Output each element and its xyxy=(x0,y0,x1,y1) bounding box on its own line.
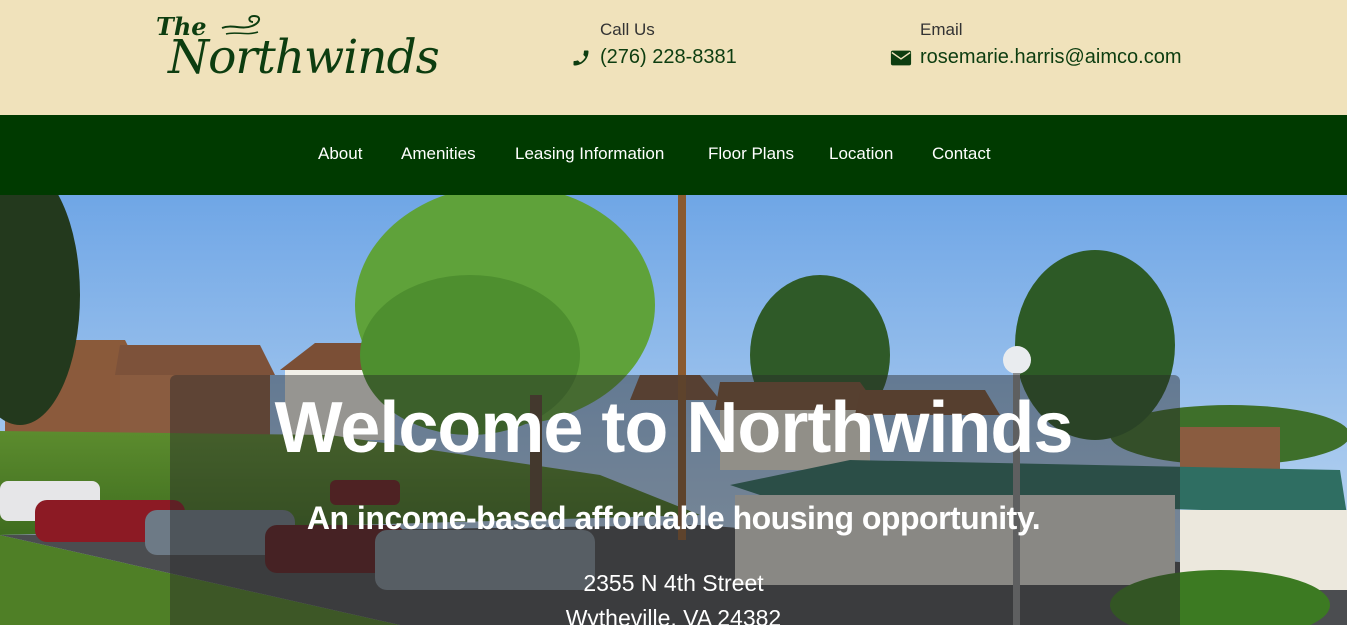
nav-item-about[interactable]: About xyxy=(318,144,362,164)
nav-item-amenities[interactable]: Amenities xyxy=(401,144,476,164)
site-logo[interactable]: The Northwinds xyxy=(150,8,440,90)
phone-number-link[interactable]: (276) 228-8381 xyxy=(600,46,737,69)
nav-item-location[interactable]: Location xyxy=(829,144,893,164)
call-us-block: Call Us (276) 228-8381 xyxy=(570,20,790,80)
hero-title: Welcome to Northwinds xyxy=(274,388,1074,468)
main-navigation: About Amenities Leasing Information Floo… xyxy=(0,115,1347,195)
phone-icon xyxy=(573,50,589,66)
hero-address-city: Wytheville, VA 24382 xyxy=(565,605,782,625)
nav-item-contact[interactable]: Contact xyxy=(932,144,991,164)
site-header: The Northwinds Call Us (276) 228-8381 Em… xyxy=(0,0,1347,115)
email-label: Email xyxy=(920,20,963,39)
call-us-label: Call Us xyxy=(600,20,655,39)
hero-subtitle: An income-based affordable housing oppor… xyxy=(306,500,1041,536)
nav-item-leasing-information[interactable]: Leasing Information xyxy=(515,144,664,164)
email-address-link[interactable]: rosemarie.harris@aimco.com xyxy=(920,46,1181,69)
email-block: Email rosemarie.harris@aimco.com xyxy=(890,20,1220,80)
logo-main-text: Northwinds xyxy=(168,30,440,85)
hero-banner: Welcome to Northwinds An income-based af… xyxy=(0,195,1347,625)
nav-item-floor-plans[interactable]: Floor Plans xyxy=(708,144,794,164)
hero-address-street: 2355 N 4th Street xyxy=(583,570,764,596)
envelope-icon xyxy=(890,50,912,66)
